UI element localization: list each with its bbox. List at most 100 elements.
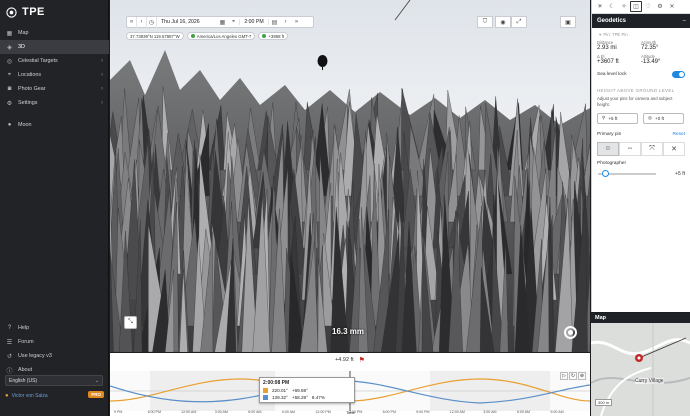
timeline-header: +4.92 ft ⚑ xyxy=(110,353,590,367)
moon-icon: ● xyxy=(7,122,12,128)
tab-moon-icon[interactable]: ☾ xyxy=(606,1,618,12)
timeline-tick: 6:00 AM xyxy=(248,410,262,414)
sidebar-item-help[interactable]: ? Help xyxy=(0,321,109,335)
subject-height-field[interactable]: ◎ +0 ft xyxy=(643,112,684,124)
sidebar-item-3d[interactable]: ◈ 3D xyxy=(0,40,109,54)
sidebar-item-label: Use legacy v3 xyxy=(18,353,52,359)
arrows-icon[interactable]: ⇔ xyxy=(619,141,641,156)
photographer-height-slider[interactable] xyxy=(598,169,656,177)
time-label: Time xyxy=(346,410,355,415)
fullscreen-button[interactable]: ⤡ xyxy=(124,316,137,329)
sidebar-item-label: Map xyxy=(18,30,29,36)
collapse-icon[interactable]: – xyxy=(683,18,686,24)
pin-label: ⌖ Pin: TPE Pin xyxy=(592,28,690,37)
status-dot-icon xyxy=(262,34,267,38)
sidebar-item-photo-gear[interactable]: ◙ Photo Gear › xyxy=(0,82,109,96)
height-inputs: ⚲ +5 ft ◎ +0 ft xyxy=(592,108,690,124)
prev-day-button[interactable]: ‹ xyxy=(137,16,147,28)
timeline-tick: 9:00 PM xyxy=(416,410,430,414)
chevron-down-icon: ⌄ xyxy=(94,377,99,384)
tab-bookmark-icon[interactable]: ♡ xyxy=(642,1,654,12)
tab-stars-icon[interactable]: ✧ xyxy=(618,1,630,12)
cube-icon: ◈ xyxy=(7,44,12,51)
timeline[interactable]: +4.92 ft ⚑ 2:00:08 PM 220.01° +69.59° 139.… xyxy=(110,353,590,416)
photographer-slider-row: +5 ft xyxy=(592,166,690,177)
help-icon: ? xyxy=(7,325,12,331)
timezone-chip[interactable]: America/Los Angeles GMT-7 xyxy=(186,32,256,40)
language-value: English (US) xyxy=(9,377,38,384)
zoom-icon[interactable]: ⊕ xyxy=(578,372,586,380)
eye-icon[interactable]: ◉ xyxy=(495,16,511,28)
user-pin-icon: ● xyxy=(5,393,9,399)
tab-sun-icon[interactable]: ☀ xyxy=(594,1,606,12)
sea-level-lock-toggle[interactable] xyxy=(672,71,685,78)
play-icon[interactable]: ▷ xyxy=(560,372,568,380)
timeline-tick: 9:00 AM xyxy=(550,410,564,414)
sidebar-item-settings[interactable]: ⚙ Settings › xyxy=(0,96,109,110)
3d-viewport[interactable]: « ‹ ◷ Thu Jul 16, 2026 ▦ ◓ 2:00 PM ▤ › »… xyxy=(110,0,590,352)
chevron-right-icon: › xyxy=(101,100,103,106)
geodetics-panel: ☀ ☾ ✧ ◫ ♡ ⚙ ✕ Geodetics – ⌖ Pin: TPE Pin D… xyxy=(591,0,690,312)
tab-close-icon[interactable]: ✕ xyxy=(666,1,678,12)
user-account[interactable]: ● Victor von Salza PRO xyxy=(5,391,104,401)
tooltip-moon-row: 139.32° +58.29° 8.47% xyxy=(263,395,351,400)
sidebar-item-locations[interactable]: ⌖ Locations › xyxy=(0,68,109,82)
sidebar-item-legacy[interactable]: ↺ Use legacy v3 xyxy=(0,349,109,363)
screen-controls: ▣ xyxy=(560,16,576,28)
moon-swatch xyxy=(263,395,268,400)
shield-icon[interactable]: ⛉ xyxy=(477,16,493,28)
forum-icon: ☰ xyxy=(6,339,13,346)
metric-altitude: Altitude -13.49° xyxy=(641,54,685,65)
tab-geodetics-icon[interactable]: ◫ xyxy=(630,1,642,12)
language-select[interactable]: English (US) ⌄ xyxy=(5,375,103,386)
cross-arrows-icon[interactable]: ✕ xyxy=(663,141,685,156)
time-field[interactable]: 2:00 PM xyxy=(239,19,269,25)
date-field[interactable]: Thu Jul 16, 2026 xyxy=(157,19,217,25)
locate-button[interactable] xyxy=(564,326,577,339)
terrain-render xyxy=(110,0,590,352)
reset-button[interactable]: Reset xyxy=(672,132,685,137)
app-name: TPE xyxy=(22,6,45,18)
clock-icon[interactable]: ◷ xyxy=(147,16,157,28)
sidebar: TPE ▦ Map ◈ 3D ◎ Celestial Targets › ⌖ Locati… xyxy=(0,0,109,416)
app-logo[interactable]: TPE xyxy=(6,6,45,18)
metric-value: -13.49° xyxy=(641,59,661,65)
calendar-time-icon[interactable]: ▤ xyxy=(269,17,280,28)
pro-badge: PRO xyxy=(88,391,104,398)
date-toolbar: « ‹ ◷ Thu Jul 16, 2026 ▦ ◓ 2:00 PM ▤ › » xyxy=(126,16,314,28)
sidebar-item-label: Locations xyxy=(18,72,42,78)
calendar-icon[interactable]: ▦ xyxy=(217,17,228,28)
sidebar-item-map[interactable]: ▦ Map xyxy=(0,26,109,40)
sidebar-item-celestial-targets[interactable]: ◎ Celestial Targets › xyxy=(0,54,109,68)
target-icon: ◎ xyxy=(648,115,653,121)
split-icon[interactable]: ⤧ xyxy=(641,141,663,156)
loop-icon[interactable]: ↻ xyxy=(569,372,577,380)
camera-view-icon[interactable]: ▣ xyxy=(560,16,576,28)
photographer-label: Photographer xyxy=(597,160,627,166)
focal-length: 16.3 mm xyxy=(332,327,365,336)
place-label: Curry Village xyxy=(635,378,664,384)
next-day-button[interactable]: › xyxy=(280,17,291,28)
moon-illum: 8.47% xyxy=(311,395,325,400)
sunrise-icon[interactable]: ◓ xyxy=(228,17,239,28)
pin-icon: ⌖ xyxy=(7,71,12,78)
prev-year-button[interactable]: « xyxy=(127,16,137,28)
sidebar-item-moon[interactable]: ● Moon xyxy=(0,118,109,132)
pin-label-text: Pin: TPE Pin xyxy=(603,32,628,37)
camera-height-field[interactable]: ⚲ +5 ft xyxy=(597,112,638,124)
sidebar-item-forum[interactable]: ☰ Forum xyxy=(0,335,109,349)
expand-icon[interactable]: ⤢ xyxy=(511,16,527,28)
mini-map[interactable]: Curry Village 300 m xyxy=(591,323,690,416)
photographer-pin-icon[interactable]: ☺ xyxy=(597,141,619,156)
geodetics-header: Geodetics – xyxy=(592,14,690,28)
timeline-controls: ▷ ↻ ⊕ xyxy=(560,372,586,380)
elevation-chip[interactable]: +3968 ft xyxy=(258,32,289,40)
map-panel: Map Curry Village 300 m xyxy=(591,313,690,416)
next-year-button[interactable]: » xyxy=(291,17,302,28)
timeline-tooltip: 2:00:08 PM 220.01° +69.59° 139.32° +58.29°… xyxy=(259,377,355,403)
bottom-nav: ? Help ☰ Forum ↺ Use legacy v3 ⓘ About xyxy=(0,321,109,377)
coords-chip[interactable]: 37.73939°N 119.57887°W xyxy=(126,32,184,40)
timeline-tick: 6:00 AM xyxy=(516,410,531,414)
tab-settings-icon[interactable]: ⚙ xyxy=(654,1,666,12)
slider-knob[interactable] xyxy=(602,169,609,177)
